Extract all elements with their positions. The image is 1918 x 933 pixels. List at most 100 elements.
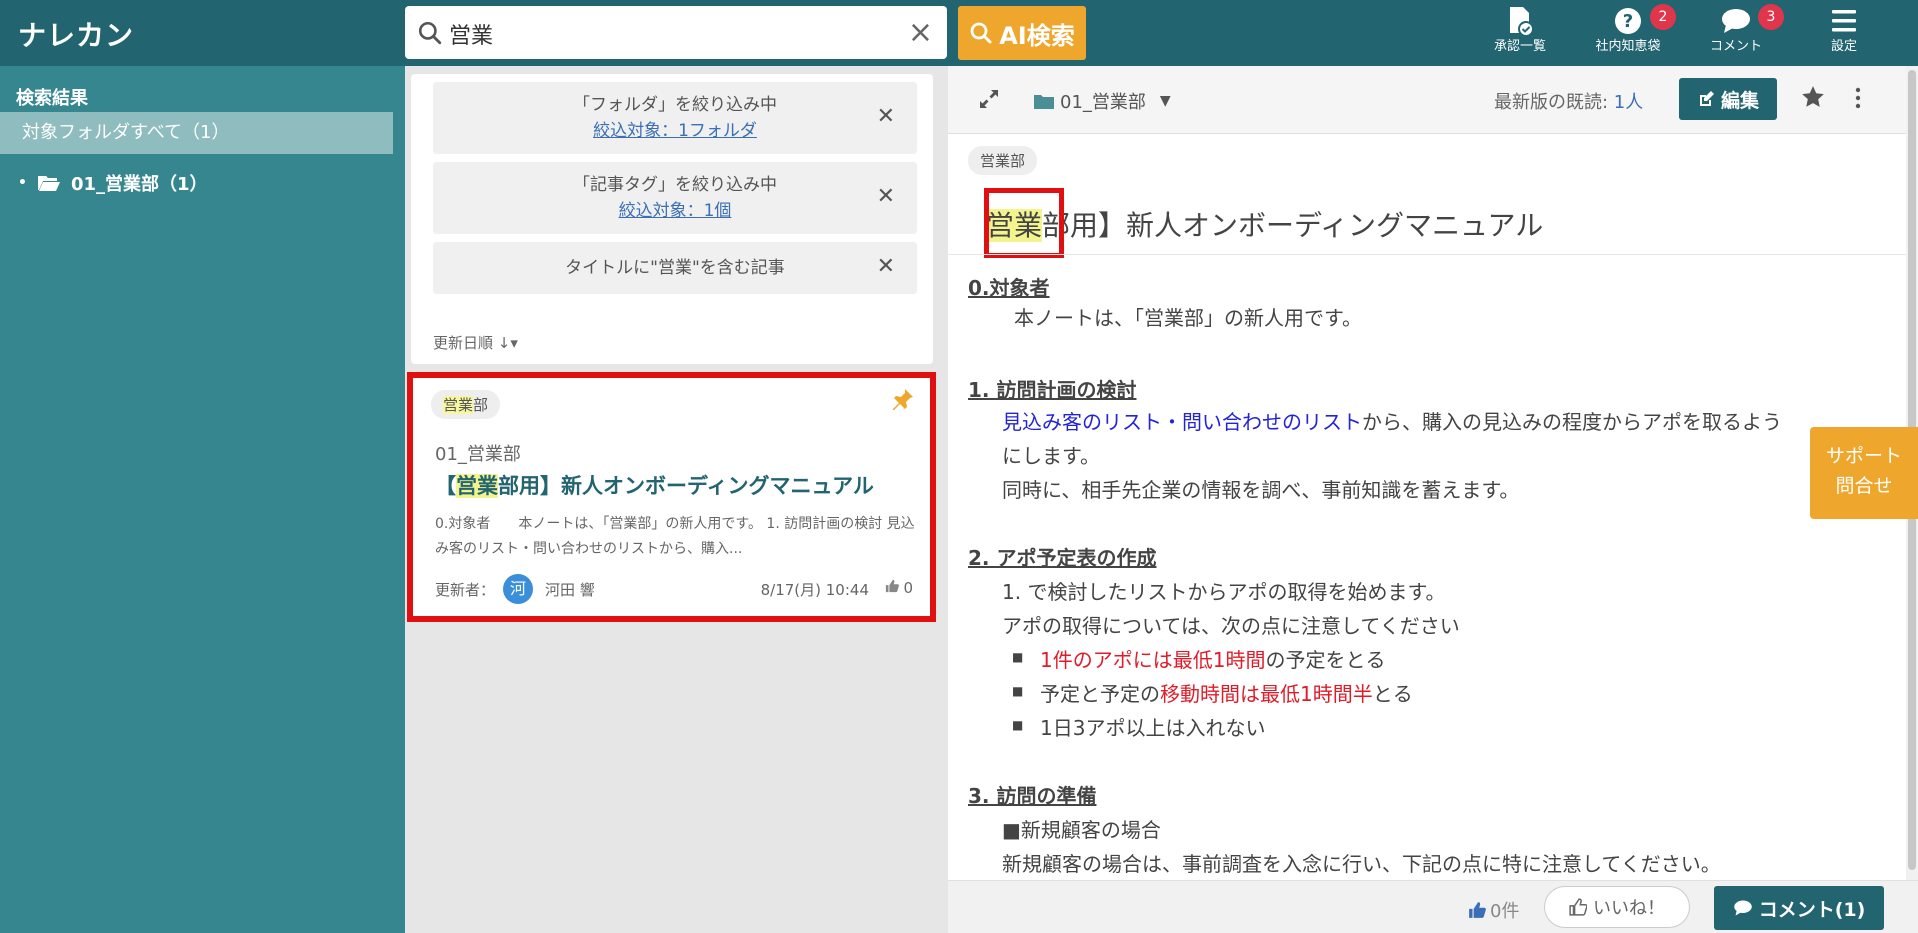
support-label-2: 問合せ: [1835, 475, 1893, 497]
nav-approvals[interactable]: 承認一覧: [1470, 4, 1570, 62]
expand-icon[interactable]: [978, 88, 1000, 110]
comment-button[interactable]: コメント(1): [1714, 886, 1884, 930]
ai-search-button[interactable]: AI検索: [958, 6, 1086, 60]
menu-icon: [1832, 10, 1856, 32]
edit-button[interactable]: 編集: [1679, 78, 1777, 120]
like-count: 0件: [1468, 897, 1519, 923]
search-input[interactable]: 営業: [449, 18, 493, 50]
nav-settings[interactable]: 設定: [1794, 4, 1894, 62]
section-heading: 0.対象者: [968, 276, 1050, 300]
support-button[interactable]: サポート 問合せ: [1810, 427, 1918, 519]
approval-doc-icon: [1510, 7, 1534, 37]
comment-icon: [1722, 9, 1750, 33]
list-item: 予定と予定の移動時間は最低1時間半とる: [1012, 678, 1413, 707]
filter-tag-target-link[interactable]: 絞込対象：1個: [433, 198, 917, 224]
nav-settings-label: 設定: [1830, 39, 1857, 54]
article-footer: 0件 いいね！ コメント(1): [948, 880, 1918, 933]
filter-folder-target-link[interactable]: 絞込対象：1フォルダ: [433, 118, 917, 144]
paragraph: 本ノートは、「営業部」の新人用です。: [1014, 306, 1362, 330]
result-likes: 0: [885, 579, 913, 597]
close-icon[interactable]: ✕: [877, 184, 895, 209]
search-icon: [970, 22, 992, 44]
top-bar: ナレカン 営業 × AI検索 承認一覧 ? 社内知恵袋 2 コメント 3 設定: [0, 0, 1918, 66]
highlight-box: [984, 188, 1064, 258]
breadcrumb[interactable]: 01_営業部 ▼: [1034, 88, 1171, 114]
paragraph: 新規顧客の場合は、事前調査を入念に行い、下記の点に特に注意してください。: [1002, 852, 1721, 876]
nav-approvals-label: 承認一覧: [1493, 39, 1546, 54]
section-heading: 3. 訪問の準備: [968, 784, 1097, 808]
result-folder: 01_営業部: [435, 444, 521, 465]
list-item: 1日3アポ以上は入れない: [1012, 712, 1266, 741]
ai-search-label: AI検索: [999, 21, 1075, 50]
nav-comments-label: コメント: [1709, 39, 1762, 54]
sidebar-item-all-folders[interactable]: 対象フォルダすべて（1）: [0, 112, 393, 154]
folder-open-icon: [37, 176, 60, 191]
result-title[interactable]: 【営業部用】新人オンボーディングマニュアル: [435, 470, 874, 500]
result-meta: 更新者： 河 河田 響 8/17(月) 10:44 0: [435, 574, 913, 604]
support-label-1: サポート: [1825, 445, 1902, 467]
filter-title-text: タイトルに"営業"を含む記事: [565, 258, 785, 278]
search-result-card[interactable]: 営業部 01_営業部 【営業部用】新人オンボーディングマニュアル 0.対象者 本…: [407, 372, 936, 622]
paragraph: 同時に、相手先企業の情報を調べ、事前知識を蓄えます。: [1002, 478, 1520, 502]
results-pane: 「フォルダ」を絞り込み中 絞込対象：1フォルダ ✕ 「記事タグ」を絞り込み中 絞…: [405, 66, 948, 933]
paragraph: にします。: [1002, 444, 1100, 468]
article-toolbar: 01_営業部 ▼ 最新版の既読: 1人 編集: [948, 66, 1908, 134]
folder-icon: [1034, 95, 1054, 109]
paragraph: ■新規顧客の場合: [1002, 818, 1161, 842]
comments-badge: 3: [1758, 4, 1784, 30]
star-icon[interactable]: [1800, 84, 1826, 110]
thumbs-up-icon: [1469, 902, 1486, 918]
edit-label: 編集: [1720, 89, 1759, 112]
close-icon[interactable]: ✕: [877, 104, 895, 129]
sort-label: 更新日順: [433, 334, 494, 352]
question-icon: ?: [1615, 8, 1641, 34]
clear-search-icon[interactable]: ×: [908, 15, 933, 50]
breadcrumb-folder: 01_営業部: [1060, 92, 1146, 113]
more-options-icon[interactable]: [1854, 86, 1862, 110]
sidebar: 検索結果 対象フォルダすべて（1） • 01_営業部（1）: [0, 66, 405, 933]
paragraph: 見込み客のリスト・問い合わせのリストから、購入の見込みの程度からアポを取るよう: [1002, 410, 1782, 434]
nav-knowledge-qa[interactable]: ? 社内知恵袋 2: [1578, 4, 1678, 62]
caret-down-icon: ▼: [1159, 93, 1171, 109]
section-heading: 1. 訪問計画の検討: [968, 378, 1137, 402]
comment-icon: [1733, 900, 1752, 916]
updater-name: 河田 響: [545, 581, 595, 599]
search-bar[interactable]: 営業 ×: [405, 6, 947, 59]
knowledge-qa-badge: 2: [1650, 4, 1676, 30]
filter-panel: 「フォルダ」を絞り込み中 絞込対象：1フォルダ ✕ 「記事タグ」を絞り込み中 絞…: [411, 74, 933, 364]
filter-tag-text: 「記事タグ」を絞り込み中: [573, 175, 777, 195]
app-logo[interactable]: ナレカン: [18, 14, 134, 54]
pin-icon[interactable]: [892, 388, 914, 410]
paragraph: アポの取得については、次の点に注意してください: [1002, 614, 1460, 638]
sidebar-item-folder[interactable]: • 01_営業部（1）: [18, 170, 208, 196]
nav-knowledge-qa-label: 社内知恵袋: [1595, 39, 1661, 54]
article-tag[interactable]: 営業部: [968, 146, 1038, 175]
filter-title: タイトルに"営業"を含む記事 ✕: [433, 242, 917, 294]
sidebar-folder-label: 01_営業部（1）: [70, 174, 208, 195]
avatar: 河: [503, 574, 533, 604]
like-button[interactable]: いいね！: [1544, 886, 1690, 928]
filter-folder-text: 「フォルダ」を絞り込み中: [573, 95, 777, 115]
list-link[interactable]: 見込み客のリスト・問い合わせのリスト: [1002, 410, 1362, 434]
search-icon: [418, 21, 442, 45]
like-label: いいね！: [1593, 898, 1665, 919]
filter-tag: 「記事タグ」を絞り込み中 絞込対象：1個 ✕: [433, 162, 917, 234]
bullet-icon: •: [18, 175, 27, 191]
close-icon[interactable]: ✕: [877, 254, 895, 279]
paragraph: 1. で検討したリストからアポの取得を始めます。: [1002, 580, 1446, 604]
sidebar-title: 検索結果: [16, 88, 88, 109]
divider: [948, 254, 1908, 255]
edit-icon: [1699, 91, 1714, 106]
sort-dropdown[interactable]: 更新日順 ↓▾: [433, 332, 518, 353]
read-count-link[interactable]: 1人: [1614, 92, 1643, 113]
updater-label: 更新者：: [435, 581, 496, 599]
read-status: 最新版の既読: 1人: [1494, 92, 1644, 113]
article-tag[interactable]: 営業部: [431, 390, 501, 419]
nav-comments[interactable]: コメント 3: [1686, 4, 1786, 62]
thumbs-up-outline-icon: [1569, 898, 1587, 916]
arrow-down-icon: ↓▾: [497, 334, 518, 352]
comment-label: コメント(1): [1758, 898, 1866, 921]
article-title: 営業部用】新人オンボーディングマニュアル: [986, 209, 1544, 242]
filter-folder: 「フォルダ」を絞り込み中 絞込対象：1フォルダ ✕: [433, 82, 917, 154]
article-pane: 01_営業部 ▼ 最新版の既読: 1人 編集 営業部 営業部用】新人オンボーディ…: [948, 66, 1908, 880]
